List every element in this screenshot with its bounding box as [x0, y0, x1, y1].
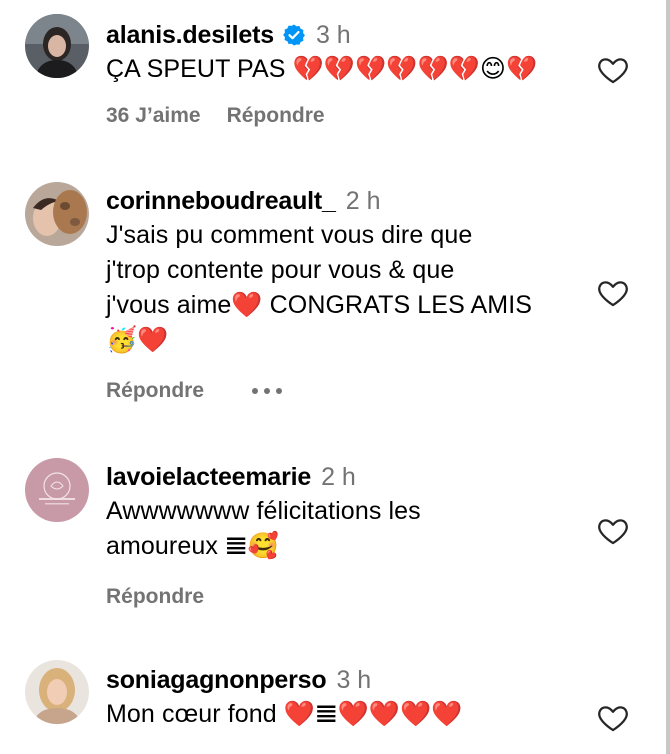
comment-text: ÇA SPEUT PAS 💔💔💔💔💔💔😊💔 — [106, 55, 538, 83]
comment-header: corinneboudreault_ 2 h — [106, 184, 586, 218]
comment-text-line: j'trop contente pour vous & que — [106, 256, 455, 284]
reply-button[interactable]: Répondre — [106, 379, 204, 403]
comment-username[interactable]: alanis.desilets — [106, 21, 274, 50]
comment-actions: 36 J’aime Répondre — [106, 101, 586, 131]
reply-button[interactable]: Répondre — [227, 104, 325, 128]
heart-outline-icon[interactable] — [596, 276, 630, 310]
comment-text: Mon cœur fond ❤️𝌆❤️❤️❤️❤️ — [106, 700, 463, 728]
comment-header: soniagagnonperso 3 h — [106, 663, 586, 697]
comment-text-line: J'sais pu comment vous dire que — [106, 221, 473, 249]
comments-panel: alanis.desilets 3 h ÇA SPEUT PAS 💔💔💔💔💔💔😊… — [0, 0, 670, 754]
heart-outline-icon[interactable] — [596, 701, 630, 735]
comment-username[interactable]: corinneboudreault_ — [106, 187, 336, 216]
comment-body: alanis.desilets 3 h ÇA SPEUT PAS 💔💔💔💔💔💔😊… — [106, 18, 586, 131]
comment-text-line: j'vous aime❤️ CONGRATS LES AMIS — [106, 291, 533, 319]
comment-time: 2 h — [345, 186, 381, 215]
comment-text-line: 🥳❤️ — [106, 326, 169, 354]
heart-outline-icon[interactable] — [596, 514, 630, 548]
comment-time: 2 h — [321, 462, 356, 491]
verified-badge-icon — [282, 23, 306, 47]
comment-header: alanis.desilets 3 h — [106, 18, 586, 52]
comment-text-line: amoureux 𝌆🥰 — [106, 532, 279, 560]
comment-actions: Répondre — [106, 376, 586, 406]
avatar[interactable] — [25, 182, 89, 246]
reply-button[interactable]: Répondre — [106, 585, 204, 609]
avatar[interactable] — [25, 660, 89, 724]
comment-time: 3 h — [336, 665, 372, 694]
avatar[interactable] — [25, 14, 89, 78]
comment-body: lavoielacteemarie 2 h Awwwwwww félicitat… — [106, 460, 586, 612]
comment-actions: Répondre — [106, 582, 586, 612]
heart-outline-icon[interactable] — [596, 53, 630, 87]
avatar[interactable] — [25, 458, 89, 522]
likes-count[interactable]: 36 J’aime — [106, 104, 201, 128]
comment-username[interactable]: soniagagnonperso — [106, 666, 327, 695]
comment-header: lavoielacteemarie 2 h — [106, 460, 586, 494]
more-options-icon[interactable] — [252, 388, 283, 394]
comment-body: corinneboudreault_ 2 h J'sais pu comment… — [106, 184, 586, 406]
comment-body: soniagagnonperso 3 h Mon cœur fond ❤️𝌆❤️… — [106, 663, 586, 732]
comment-time: 3 h — [315, 20, 351, 49]
comment-username[interactable]: lavoielacteemarie — [106, 463, 311, 492]
comment-text-line: Awwwwwww félicitations les — [106, 497, 421, 525]
